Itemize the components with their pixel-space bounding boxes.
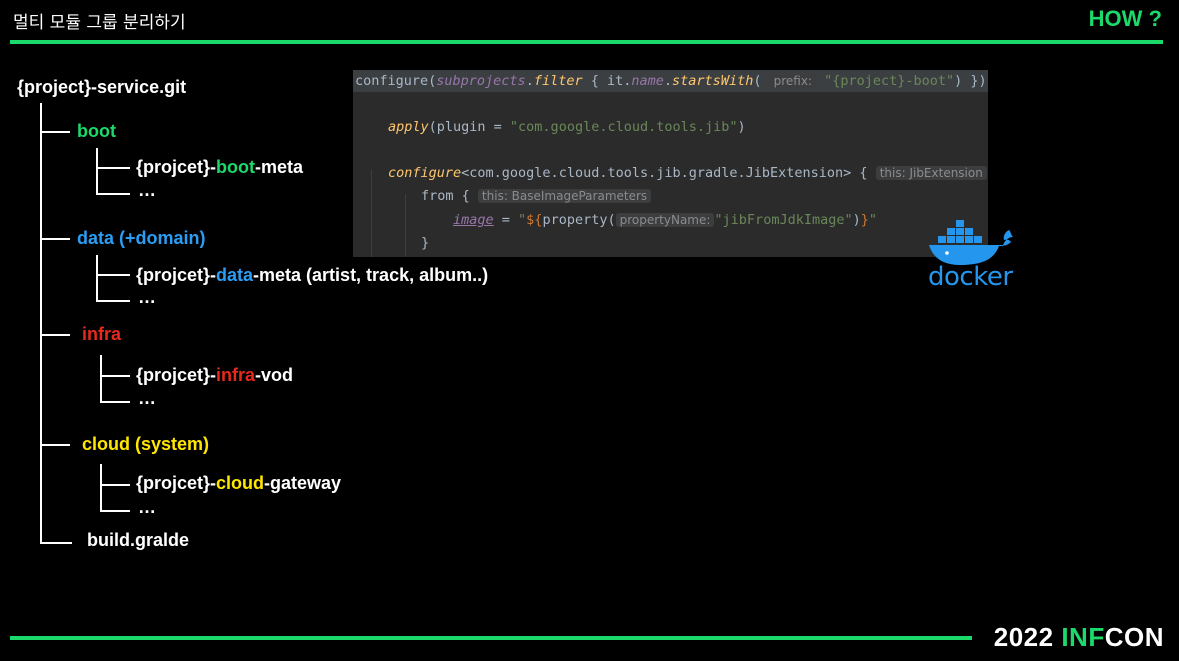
tree-leaf-more: … bbox=[138, 180, 156, 200]
section-label: HOW ? bbox=[1088, 6, 1162, 31]
branch-line bbox=[100, 510, 130, 512]
indent-guide bbox=[371, 170, 372, 257]
tree-leaf-more: … bbox=[138, 497, 156, 517]
branch-line bbox=[100, 484, 130, 486]
type-hint: this: BaseImageParameters bbox=[477, 189, 652, 203]
slide-title: 멀티 모듈 그룹 분리하기 bbox=[13, 13, 186, 33]
tree-leaf-boot-meta: {projcet}-boot-meta bbox=[136, 157, 303, 178]
branch-line bbox=[40, 444, 70, 446]
tree-node-build-file: build.gralde bbox=[87, 530, 190, 550]
tree-node-cloud: cloud (system) bbox=[82, 434, 210, 454]
leaf-suffix: -meta bbox=[255, 157, 304, 177]
branch-line bbox=[96, 300, 130, 302]
leaf-highlight: boot bbox=[216, 157, 255, 177]
code-line-4: from { this: BaseImageParameters bbox=[421, 188, 652, 204]
branch-line bbox=[96, 274, 130, 276]
tree-node-infra: infra bbox=[82, 324, 122, 344]
code-line-3: configure<com.google.cloud.tools.jib.gra… bbox=[388, 165, 987, 181]
leaf-highlight: infra bbox=[216, 365, 256, 385]
top-divider bbox=[10, 40, 1163, 44]
leaf-prefix: {projcet}- bbox=[136, 157, 217, 177]
branch-line bbox=[96, 193, 130, 195]
docker-wordmark: docker bbox=[928, 262, 1013, 292]
leaf-highlight: data bbox=[216, 265, 254, 285]
brand-inf: INF bbox=[1061, 622, 1105, 652]
tree-leaf-more: … bbox=[138, 287, 156, 307]
param-hint: prefix: bbox=[769, 74, 816, 88]
branch-line bbox=[40, 238, 70, 240]
tree-leaf-cloud-gateway: {projcet}-cloud-gateway bbox=[136, 473, 341, 494]
tree-node-boot: boot bbox=[77, 121, 116, 141]
brand-year: 2022 bbox=[993, 622, 1054, 652]
branch-line bbox=[40, 542, 72, 544]
branch-line bbox=[96, 148, 98, 193]
code-line-1: configure(subprojects.filter { it.name.s… bbox=[355, 73, 987, 89]
tree-leaf-data-meta: {projcet}-data-meta (artist, track, albu… bbox=[136, 265, 488, 286]
leaf-suffix: -gateway bbox=[264, 473, 342, 493]
code-line-5: image = "${property(propertyName: "jibFro… bbox=[453, 212, 878, 228]
tree-root: {project}-service.git bbox=[17, 77, 187, 97]
tree-trunk bbox=[40, 103, 42, 543]
branch-line bbox=[96, 167, 130, 169]
leaf-prefix: {projcet}- bbox=[136, 265, 217, 285]
leaf-prefix: {projcet}- bbox=[136, 365, 217, 385]
param-hint: propertyName: bbox=[615, 213, 715, 227]
leaf-suffix: -meta (artist, track, album..) bbox=[253, 265, 489, 285]
branch-line bbox=[40, 131, 70, 133]
code-snippet: configure(subprojects.filter { it.name.s… bbox=[353, 70, 988, 257]
tree-node-data: data (+domain) bbox=[77, 228, 206, 248]
bottom-divider bbox=[10, 636, 972, 640]
leaf-suffix: -vod bbox=[255, 365, 294, 385]
branch-line bbox=[100, 355, 102, 401]
event-brand: 2022 INFCON bbox=[994, 622, 1164, 653]
branch-line bbox=[100, 375, 130, 377]
branch-line bbox=[40, 334, 70, 336]
leaf-highlight: cloud bbox=[216, 473, 265, 493]
code-line-2: apply(plugin = "com.google.cloud.tools.j… bbox=[388, 119, 746, 135]
code-line-6: } bbox=[421, 235, 430, 251]
branch-line bbox=[96, 255, 98, 300]
type-hint: this: JibExtension bbox=[875, 166, 987, 180]
tree-leaf-more: … bbox=[138, 388, 156, 408]
indent-guide bbox=[405, 194, 406, 257]
branch-line bbox=[100, 401, 130, 403]
branch-line bbox=[100, 464, 102, 511]
tree-leaf-infra-vod: {projcet}-infra-vod bbox=[136, 365, 293, 386]
leaf-prefix: {projcet}- bbox=[136, 473, 217, 493]
brand-con: CON bbox=[1104, 622, 1164, 652]
